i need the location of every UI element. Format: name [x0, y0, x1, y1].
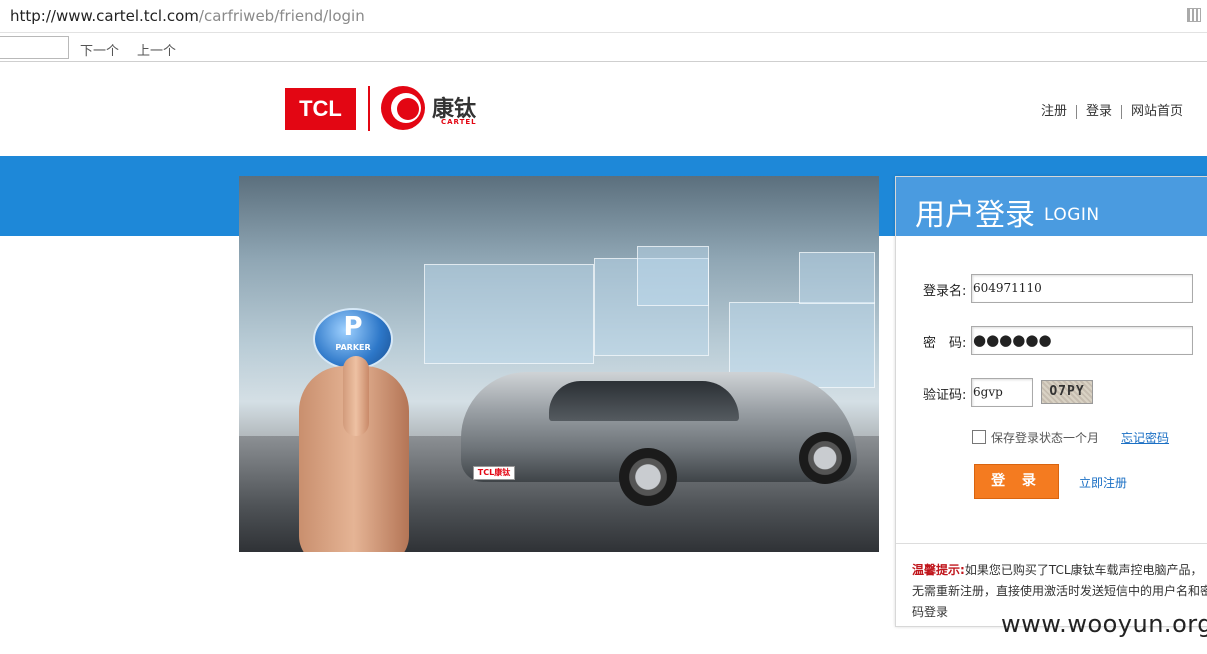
password-label: 密 码: [923, 336, 967, 351]
top-links: 注册 登录 网站首页 [1041, 100, 1183, 119]
remember-label[interactable]: 保存登录状态一个月 [991, 429, 1099, 446]
find-bar: 下一个 上一个 [0, 34, 1207, 62]
tip-heading: 温馨提示: [912, 563, 965, 577]
banner-holo-panel [424, 264, 594, 364]
link-separator [1076, 104, 1078, 119]
captcha-input[interactable]: 6gvp [971, 378, 1033, 407]
cartel-logo-icon [381, 86, 425, 130]
logo-divider [368, 86, 370, 131]
banner-car-window [549, 381, 739, 421]
login-button[interactable]: 登 录 [974, 464, 1059, 499]
link-separator [1121, 104, 1123, 119]
captcha-label: 验证码: [923, 388, 967, 403]
qr-code-icon[interactable] [1187, 8, 1201, 22]
remember-checkbox[interactable] [972, 430, 986, 444]
login-card: 用户登录 LOGIN 登录名: 604971110 密 码: ●●●●●● 验证… [895, 176, 1207, 627]
card-divider [896, 543, 1207, 544]
banner-car-wheel [619, 448, 677, 506]
banner-finger [343, 356, 369, 436]
captcha-image[interactable]: O7PY [1041, 380, 1093, 404]
address-bar[interactable]: http://www.cartel.tcl.com/carfriweb/frie… [0, 0, 1207, 33]
banner-holo-panel [637, 246, 709, 306]
url-host: http://www.cartel.tcl.com [10, 7, 199, 25]
url-path: /carfriweb/friend/login [198, 7, 365, 25]
cartel-logo-en: CARTEL [441, 118, 477, 126]
login-title-en: LOGIN [1044, 205, 1100, 225]
find-prev-button[interactable]: 上一个 [137, 40, 176, 59]
top-link-login[interactable]: 登录 [1086, 104, 1112, 119]
forgot-password-link[interactable]: 忘记密码 [1121, 429, 1169, 446]
top-link-register[interactable]: 注册 [1041, 104, 1067, 119]
find-next-button[interactable]: 下一个 [80, 40, 119, 59]
username-input[interactable]: 604971110 [971, 274, 1193, 303]
password-input[interactable]: ●●●●●● [971, 326, 1193, 355]
find-input[interactable] [0, 36, 69, 59]
top-link-home[interactable]: 网站首页 [1131, 104, 1183, 119]
banner-plate: TCL康钛 [473, 466, 515, 480]
hero-banner-image: P PARKER TCL康钛 [239, 176, 879, 552]
tcl-logo[interactable]: TCL [285, 88, 356, 130]
register-now-link[interactable]: 立即注册 [1079, 474, 1127, 491]
banner-car-wheel [799, 432, 851, 484]
username-label: 登录名: [923, 284, 967, 299]
watermark: www.wooyun.org [1001, 610, 1207, 638]
login-title-cn: 用户登录 [915, 198, 1035, 233]
parking-button-text: PARKER [335, 343, 371, 352]
banner-holo-panel [799, 252, 875, 304]
url-text[interactable]: http://www.cartel.tcl.com/carfriweb/frie… [10, 7, 365, 25]
login-card-header: 用户登录 LOGIN [896, 177, 1207, 236]
